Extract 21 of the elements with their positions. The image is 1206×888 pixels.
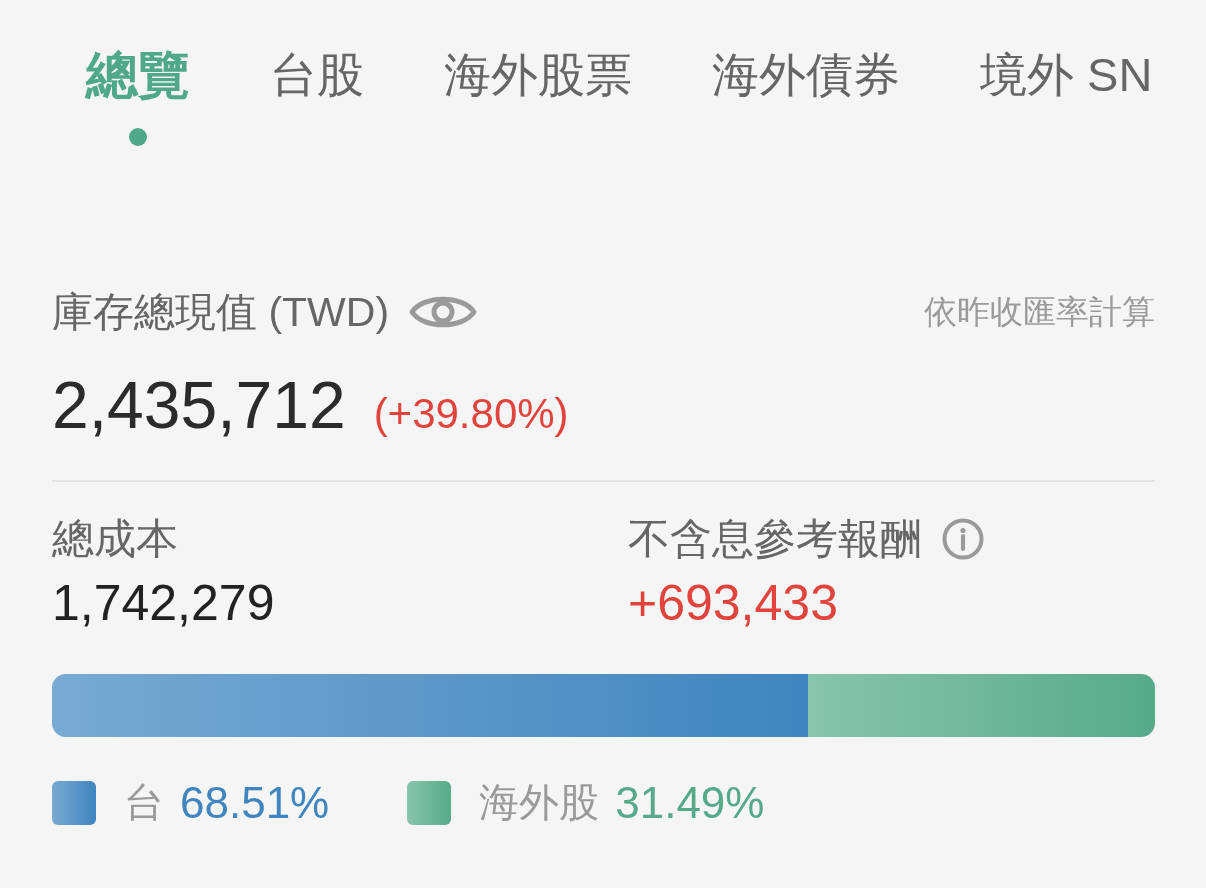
- tab[interactable]: 台股: [270, 47, 364, 103]
- info-icon[interactable]: [942, 518, 984, 560]
- legend-swatch-icon: [407, 780, 452, 825]
- legend-swatch-icon: [52, 780, 96, 825]
- legend-label: 台: [124, 779, 164, 826]
- stat-label: 不含息參考報酬: [628, 514, 922, 564]
- tab[interactable]: 總覽: [86, 47, 190, 146]
- change-percent: (+39.80%): [373, 390, 569, 438]
- stat-label: 總成本: [52, 514, 178, 564]
- stat-value: 1,742,279: [52, 574, 275, 632]
- tab[interactable]: 境外 SN: [980, 47, 1153, 103]
- legend-percent: 68.51%: [180, 777, 330, 828]
- stat-value: +693,433: [628, 574, 838, 632]
- total-value: 2,435,712: [52, 369, 346, 441]
- tab[interactable]: 海外債券: [712, 47, 900, 103]
- selected-dot-icon: [129, 128, 147, 146]
- total-value-label: 庫存總現值 (TWD): [52, 287, 390, 337]
- legend-percent: 31.49%: [615, 777, 765, 828]
- tab[interactable]: 海外股票: [444, 47, 632, 103]
- exchange-rate-note: 依昨收匯率計算: [924, 291, 1155, 332]
- legend-label: 海外股: [479, 779, 600, 826]
